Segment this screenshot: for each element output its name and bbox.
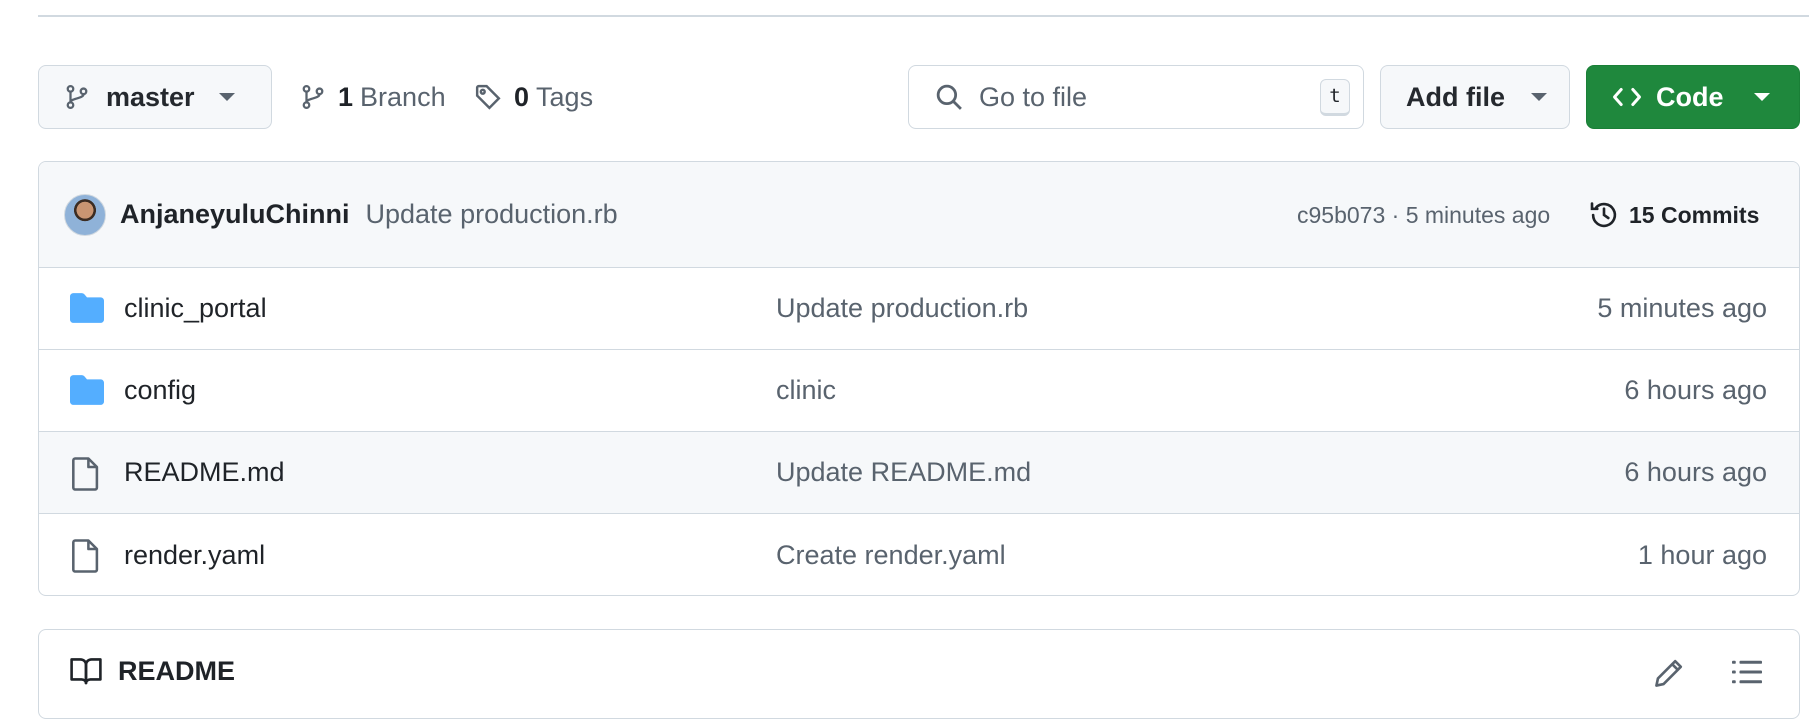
branch-select-button[interactable]: master bbox=[38, 65, 272, 129]
pencil-icon[interactable] bbox=[1654, 658, 1684, 688]
repo-toolbar: master 1 Branch 0 Tags Go to file t Add … bbox=[38, 65, 1800, 129]
file-icon bbox=[70, 539, 100, 573]
branch-icon bbox=[300, 83, 326, 111]
latest-commit-bar: AnjaneyuluChinni Update production.rb c9… bbox=[39, 162, 1799, 268]
readme-title[interactable]: README bbox=[118, 656, 235, 687]
file-name[interactable]: clinic_portal bbox=[124, 293, 267, 324]
search-placeholder: Go to file bbox=[979, 81, 1088, 112]
file-commit-message[interactable]: Update production.rb bbox=[776, 293, 1028, 324]
header-divider bbox=[38, 15, 1809, 17]
go-to-file-input[interactable]: Go to file t bbox=[908, 65, 1364, 129]
file-commit-age: 1 hour ago bbox=[1637, 539, 1767, 570]
file-icon bbox=[70, 457, 100, 491]
file-commit-message[interactable]: Update README.md bbox=[776, 457, 1031, 488]
readme-header: README bbox=[39, 630, 1799, 712]
commits-count: 15 Commits bbox=[1629, 201, 1760, 228]
code-icon bbox=[1612, 85, 1642, 109]
table-row[interactable]: config clinic 6 hours ago bbox=[39, 350, 1799, 432]
readme-panel: README bbox=[38, 629, 1800, 719]
list-icon[interactable] bbox=[1732, 658, 1762, 686]
commit-hash-time[interactable]: c95b073 · 5 minutes ago bbox=[1297, 162, 1550, 268]
folder-icon bbox=[70, 375, 104, 405]
tag-icon bbox=[474, 83, 502, 111]
branch-label: Branch bbox=[360, 81, 446, 112]
avatar[interactable] bbox=[64, 193, 106, 236]
keyboard-shortcut-hint: t bbox=[1320, 78, 1350, 116]
add-file-button[interactable]: Add file bbox=[1380, 65, 1570, 129]
commit-author[interactable]: AnjaneyuluChinni bbox=[120, 199, 350, 230]
code-button[interactable]: Code bbox=[1586, 65, 1800, 129]
file-commit-message[interactable]: Create render.yaml bbox=[776, 540, 1006, 571]
file-name[interactable]: render.yaml bbox=[124, 540, 265, 571]
commit-message[interactable]: Update production.rb bbox=[366, 199, 618, 230]
chevron-down-icon bbox=[1531, 93, 1547, 101]
book-icon bbox=[70, 657, 102, 685]
tag-label: Tags bbox=[536, 81, 594, 112]
tags-link[interactable]: 0 Tags bbox=[474, 65, 593, 129]
table-row[interactable]: README.md Update README.md 6 hours ago bbox=[39, 432, 1799, 514]
branch-count: 1 bbox=[338, 81, 354, 112]
file-name[interactable]: config bbox=[124, 375, 196, 406]
file-browser: AnjaneyuluChinni Update production.rb c9… bbox=[38, 161, 1800, 596]
file-commit-message[interactable]: clinic bbox=[776, 375, 836, 406]
tag-count: 0 bbox=[514, 81, 530, 112]
search-icon bbox=[935, 83, 963, 111]
table-row[interactable]: clinic_portal Update production.rb 5 min… bbox=[39, 268, 1799, 350]
chevron-down-icon bbox=[218, 93, 235, 101]
file-commit-age: 6 hours ago bbox=[1624, 457, 1767, 487]
branch-name: master bbox=[106, 81, 195, 112]
add-file-label: Add file bbox=[1406, 81, 1505, 112]
branches-link[interactable]: 1 Branch bbox=[300, 65, 446, 129]
file-name[interactable]: README.md bbox=[124, 457, 285, 488]
table-row[interactable]: render.yaml Create render.yaml 1 hour ag… bbox=[39, 514, 1799, 595]
branch-icon bbox=[64, 83, 90, 111]
code-label: Code bbox=[1656, 81, 1724, 112]
history-icon bbox=[1589, 200, 1619, 230]
file-commit-age: 5 minutes ago bbox=[1597, 293, 1767, 323]
file-commit-age: 6 hours ago bbox=[1624, 375, 1767, 405]
folder-icon bbox=[70, 293, 104, 323]
chevron-down-icon bbox=[1753, 93, 1770, 101]
commits-history-link[interactable]: 15 Commits bbox=[1589, 162, 1759, 268]
